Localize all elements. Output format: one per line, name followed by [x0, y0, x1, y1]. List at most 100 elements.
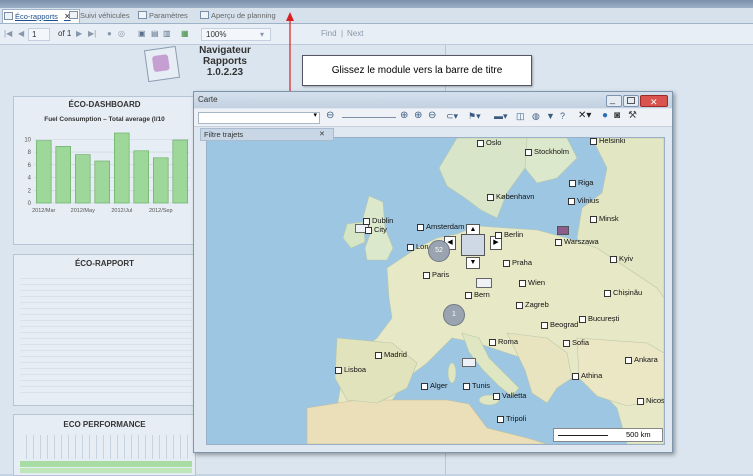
vehicle-cluster-marker[interactable]: 1: [443, 304, 465, 326]
map-dialog[interactable]: Carte _ ✕ ▾ ⊖ ⊕ ⊕ ⊖ ⊂▾ ⚑▾ ▬▾ ◫ ◍ ▼ ? ✕▾ …: [193, 91, 673, 453]
city-label: København: [487, 192, 534, 201]
city-label: Ankara: [625, 355, 658, 364]
city-label: Alger: [421, 381, 448, 390]
eco-dashboard-title: ÉCO-DASHBOARD: [68, 100, 141, 109]
eco-performance-title: ECO PERFORMANCE: [63, 420, 146, 429]
city-label: Paris: [423, 270, 449, 279]
export-icon[interactable]: ▦: [181, 29, 189, 38]
y-tick-label: 4: [28, 176, 32, 182]
city-label: Bern: [465, 290, 490, 299]
city-label: Tunis: [463, 381, 490, 390]
y-tick-label: 10: [24, 137, 31, 143]
zoom-area-icon[interactable]: ⊕: [414, 110, 422, 121]
tab-apercu-planning[interactable]: Aperçu de planning: [199, 9, 276, 22]
lasso-icon[interactable]: ⊂▾: [446, 111, 458, 122]
city-label: Zagreb: [516, 300, 549, 309]
truck-marker[interactable]: [557, 226, 569, 235]
next-page-icon[interactable]: ▶: [76, 29, 82, 38]
city-label: Dublin: [363, 216, 393, 225]
city-label: Minsk: [590, 214, 619, 223]
clear-icon[interactable]: ✕▾: [578, 110, 591, 121]
city-label: Valletta: [493, 391, 526, 400]
city-label: Warszawa: [555, 237, 599, 246]
person-icon[interactable]: ◙: [614, 110, 620, 121]
city-label: Berlin: [495, 230, 523, 239]
last-page-icon[interactable]: ▶|: [88, 29, 96, 38]
vehicle-cluster-marker[interactable]: 52: [428, 240, 450, 262]
info-icon[interactable]: ●: [602, 110, 608, 121]
print-layout-icon[interactable]: ▤: [151, 29, 159, 38]
chart-bar: [55, 146, 71, 204]
prev-page-icon[interactable]: ◀: [18, 29, 24, 38]
tab-parametres[interactable]: Paramètres: [137, 9, 188, 22]
first-page-icon[interactable]: |◀: [4, 29, 12, 38]
x-tick-label: 2012/Mar: [32, 208, 55, 214]
pan-center-button[interactable]: [461, 234, 485, 256]
tab-bar: Éco-rapports ✕ Suivi véhicules Paramètres…: [0, 8, 753, 24]
filter-icon[interactable]: ▼: [546, 111, 555, 121]
layers-icon[interactable]: ◫: [516, 111, 525, 122]
map-land: [306, 138, 664, 444]
next-link[interactable]: Next: [347, 29, 363, 38]
city-label: Tripoli: [497, 414, 526, 423]
print-icon[interactable]: ▣: [138, 29, 146, 38]
y-tick-label: 6: [28, 163, 32, 169]
stop-icon[interactable]: ●: [107, 29, 112, 38]
map-view[interactable]: ▲ ▼ ◀ ▶ 52 1 Helsinki Oslo Stockholm Rig…: [206, 137, 665, 445]
x-tick-label: 2012/Jul: [111, 208, 132, 214]
city-label: Lon: [407, 242, 429, 251]
app-title: Navigateur Rapports 1.0.2.23: [199, 45, 251, 78]
minimize-button[interactable]: _: [606, 94, 622, 107]
find-link[interactable]: Find: [321, 29, 337, 38]
city-label: Praha: [503, 258, 532, 267]
truck-filter-icon[interactable]: ▬▾: [494, 111, 508, 122]
instruction-callout: Glissez le module vers la barre de titre: [302, 55, 532, 86]
report-toolbar: |◀ ◀ 1 of 1 ▶ ▶| ● ◎ ▣ ▤ ▥ ▦ 100% ▾ Find …: [0, 24, 753, 45]
city-label: Kyiv: [610, 254, 633, 263]
tools-icon[interactable]: ⚒: [628, 110, 637, 121]
chart-bar: [94, 160, 110, 204]
chart-bar: [36, 140, 52, 204]
truck-marker[interactable]: [462, 358, 476, 367]
zoom-reset-icon[interactable]: ⊖: [428, 110, 436, 121]
city-label: Athina: [572, 371, 602, 380]
zoom-out-icon[interactable]: ⊖: [326, 110, 334, 121]
refresh-icon[interactable]: ◎: [118, 29, 125, 38]
city-label: Nicosi: [637, 396, 664, 405]
page-setup-icon[interactable]: ▥: [163, 29, 171, 38]
map-scale: 500 km: [553, 428, 663, 442]
page-input[interactable]: 1: [28, 28, 50, 41]
settings-icon: [138, 11, 147, 19]
maximize-button[interactable]: [623, 95, 639, 107]
zoom-slider[interactable]: [342, 117, 396, 118]
city-label: Amsterdam: [417, 222, 464, 231]
city-label: Chișinău: [604, 288, 642, 297]
flag-icon[interactable]: ⚑▾: [468, 111, 481, 122]
city-label: Wien: [519, 278, 545, 287]
close-button[interactable]: ✕: [640, 95, 668, 107]
map-search-combo[interactable]: ▾: [198, 112, 320, 124]
city-label: București: [579, 314, 619, 323]
help-icon[interactable]: ?: [560, 111, 565, 121]
pan-down-button[interactable]: ▼: [466, 257, 480, 269]
city-label: Madrid: [375, 350, 407, 359]
x-tick-label: 2012/Sep: [149, 208, 173, 214]
eco-performance-row: [20, 468, 192, 473]
eco-performance-row: [20, 461, 192, 467]
dialog-titlebar[interactable]: Carte _ ✕: [194, 92, 672, 108]
close-icon[interactable]: ✕: [319, 129, 325, 140]
city-label: Oslo: [477, 138, 501, 147]
eco-rapport-title: ÉCO-RAPPORT: [74, 259, 135, 268]
city-label: City: [365, 225, 387, 234]
zoom-in-icon[interactable]: ⊕: [400, 110, 408, 121]
filter-panel-header[interactable]: Filtre trajets ✕: [200, 128, 334, 141]
city-label: Stockholm: [525, 147, 569, 156]
eco-performance-table-header: [20, 435, 192, 459]
truck-marker[interactable]: [476, 278, 492, 288]
city-label: Lisboa: [335, 365, 366, 374]
zoom-select[interactable]: 100% ▾: [201, 28, 271, 41]
page-count: of 1: [58, 29, 72, 38]
globe-icon[interactable]: ◍: [532, 111, 540, 122]
chart-bar: [153, 157, 169, 204]
tab-suivi-vehicules[interactable]: Suivi véhicules: [68, 9, 130, 22]
